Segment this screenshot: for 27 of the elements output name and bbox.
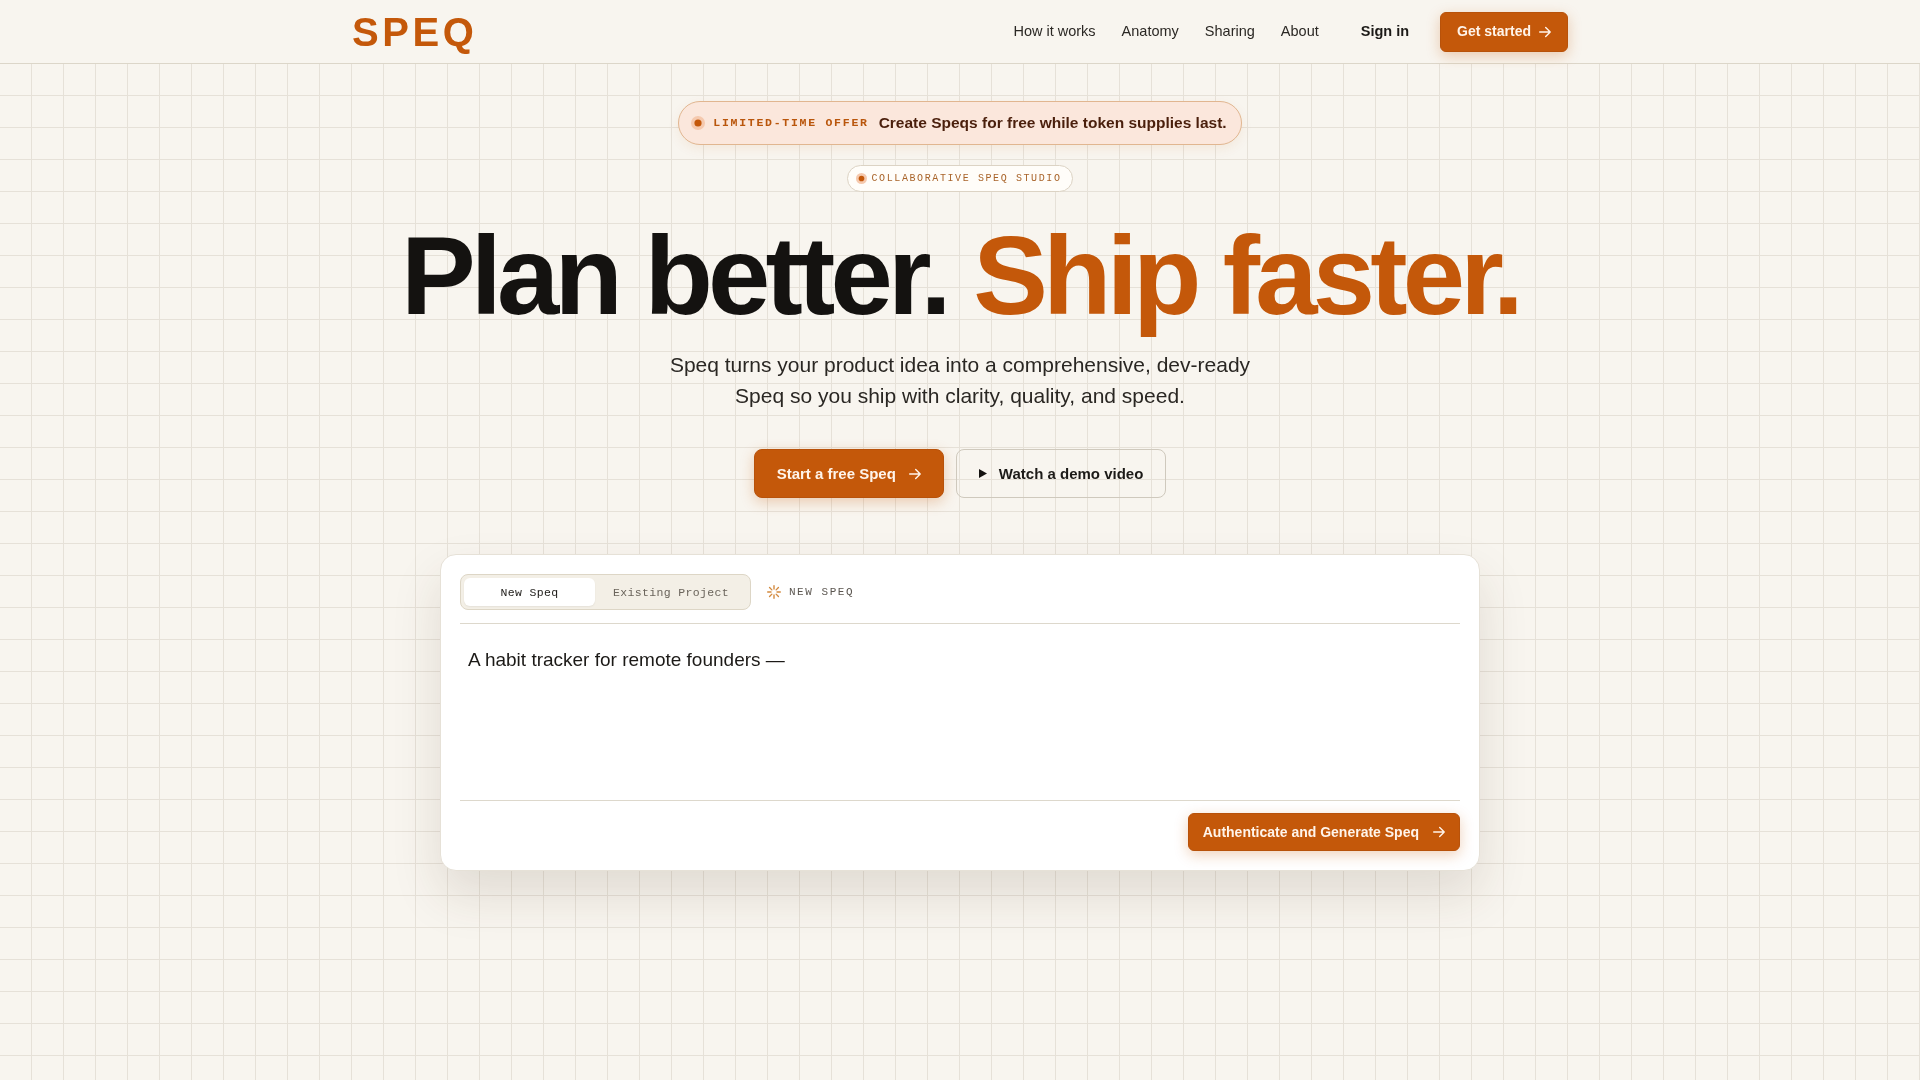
nav-link[interactable]: Anatomy <box>1121 20 1179 43</box>
start-speq-button[interactable]: Start a free Speq <box>753 449 944 499</box>
sign-in-link[interactable]: Sign in <box>1360 20 1410 43</box>
mode-label: NEW SPEQ <box>788 585 855 601</box>
offer-text: Create Speqs for free while token supplies last. <box>878 113 1227 134</box>
dot-icon <box>691 116 706 130</box>
offer-tag: LIMITED-TIME OFFER <box>713 114 869 132</box>
nav-link[interactable]: About <box>1280 20 1319 43</box>
idea-field[interactable]: A habit tracker for remote founders — <box>460 623 1460 802</box>
logo[interactable]: SPEQ <box>352 11 478 52</box>
mode-tab[interactable]: New Speq <box>464 578 595 607</box>
mode-tab[interactable]: Existing Project <box>595 578 747 607</box>
subtitle: Speq turns your product idea into a comprehensive, dev-ready Speq so you ship with clarity, quality, and speed. <box>668 352 1252 410</box>
eyebrow-text: COLLABORATIVE SPEQ STUDIO <box>871 172 1062 186</box>
arrow-icon <box>1539 25 1551 38</box>
arrow-icon <box>1433 826 1445 839</box>
arrow-icon <box>908 467 921 480</box>
watch-demo-button[interactable]: Watch a demo video <box>955 449 1167 499</box>
headline: Plan better. Ship faster. <box>400 212 1520 340</box>
play-icon <box>978 469 987 479</box>
nav-link[interactable]: Sharing <box>1204 20 1255 43</box>
generate-button[interactable]: Authenticate and Generate Speq <box>1187 813 1460 852</box>
spinner-icon <box>766 585 781 600</box>
nav-link[interactable]: How it works <box>1013 20 1096 43</box>
idea-input[interactable]: A habit tracker for remote founders — <box>460 642 1460 789</box>
get-started-button[interactable]: Get started <box>1440 11 1568 52</box>
dot-icon <box>856 173 868 184</box>
